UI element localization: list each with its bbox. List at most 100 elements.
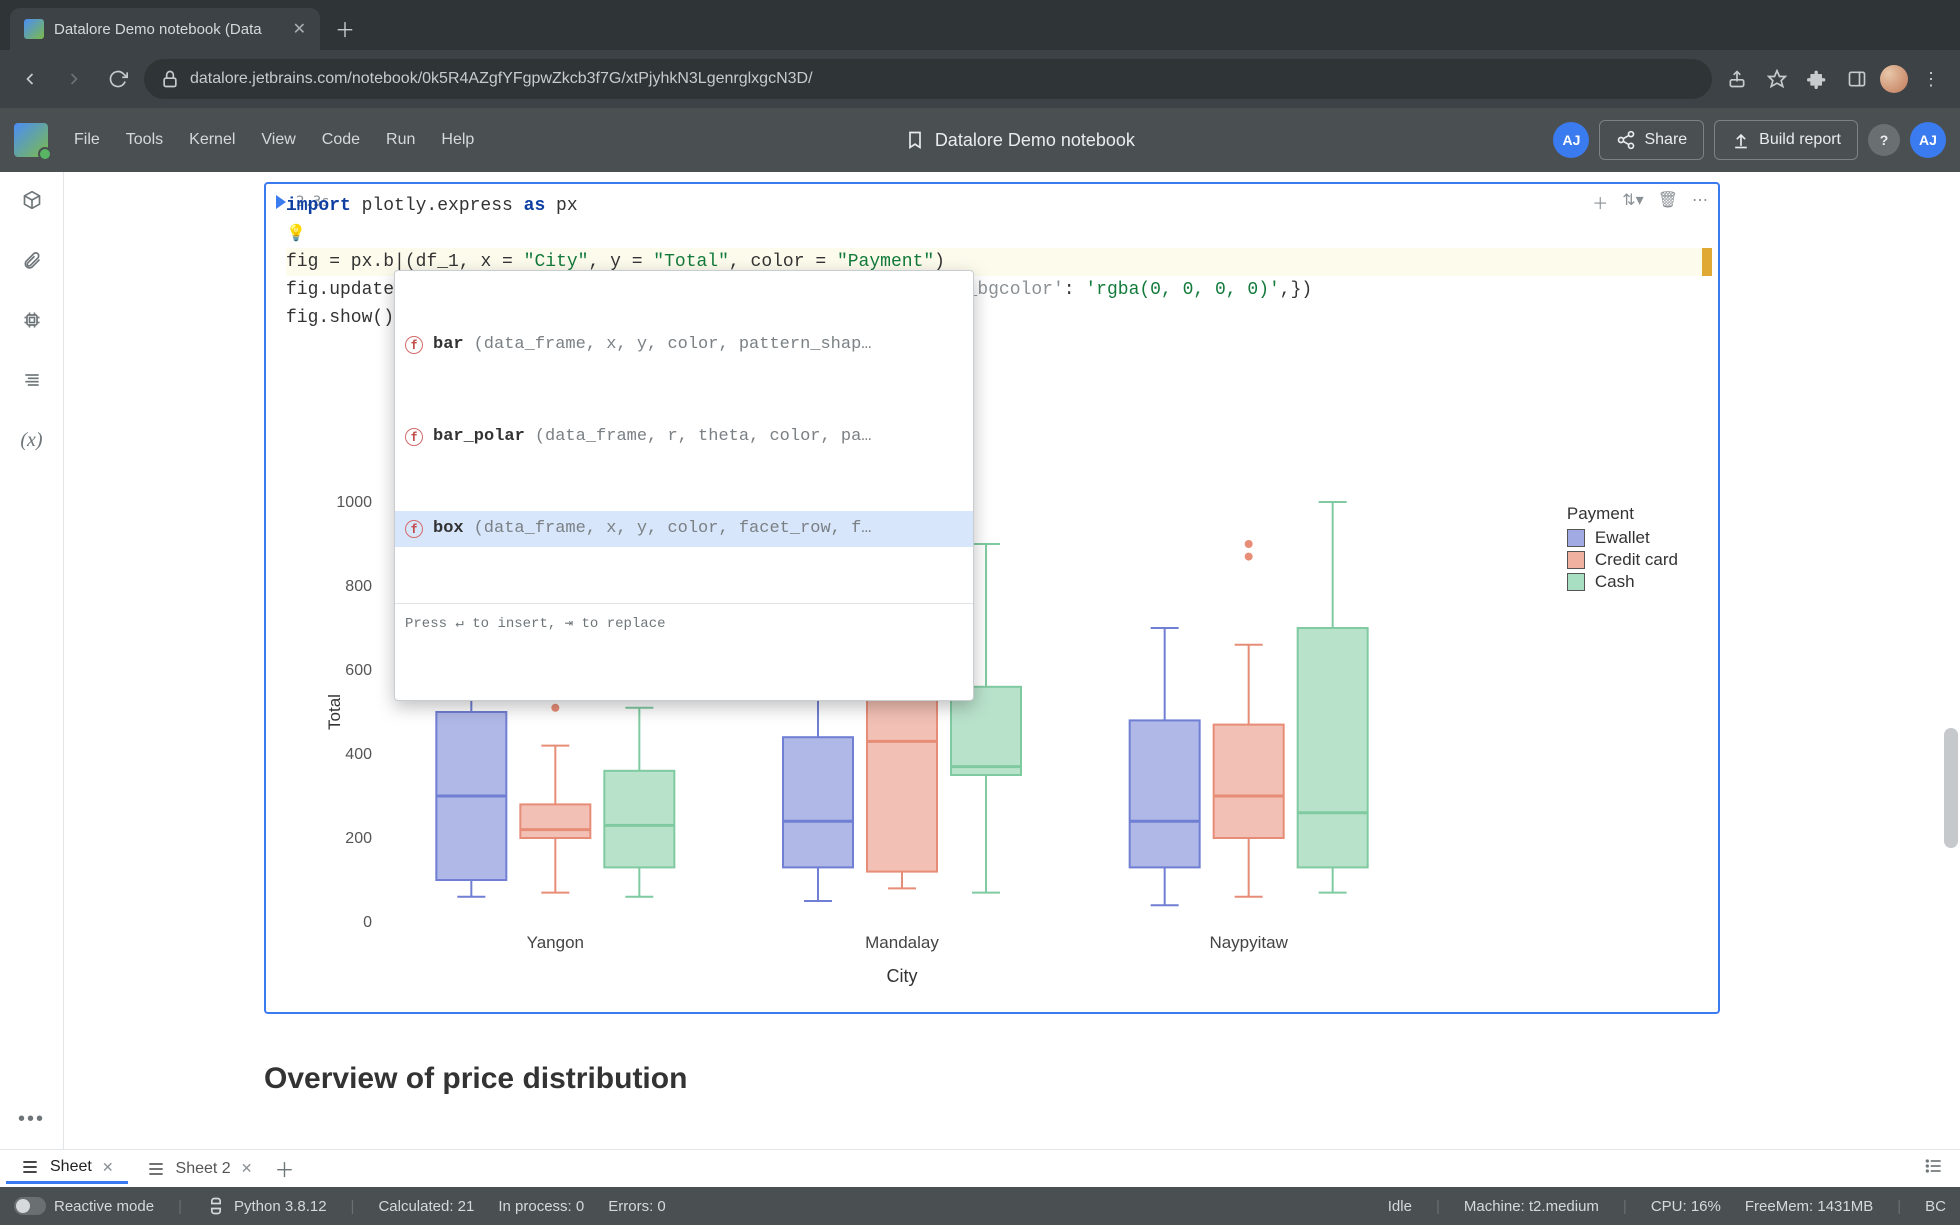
extensions-icon[interactable] [1800, 62, 1834, 96]
url-field[interactable]: datalore.jetbrains.com/notebook/0k5R4AZg… [144, 59, 1712, 99]
sheet-list-button[interactable] [1924, 1156, 1944, 1182]
kernel-python[interactable]: Python 3.8.12 [206, 1196, 327, 1216]
function-badge-icon: f [405, 336, 423, 354]
close-icon[interactable]: ✕ [241, 1160, 253, 1177]
share-button[interactable]: Share [1599, 120, 1704, 160]
code-editor[interactable]: import plotly.express as px 💡 fig = px.b… [266, 184, 1718, 452]
svg-text:400: 400 [345, 746, 372, 763]
reload-button[interactable] [100, 61, 136, 97]
build-report-button[interactable]: Build report [1714, 120, 1858, 160]
menu-code[interactable]: Code [310, 125, 372, 155]
autocomplete-item[interactable]: f bar(data_frame, x, y, color, pattern_s… [395, 327, 973, 363]
attach-icon[interactable] [16, 244, 48, 276]
app-header: File Tools Kernel View Code Run Help Dat… [0, 108, 1960, 172]
tab-title: Datalore Demo notebook (Data [54, 21, 283, 38]
add-sheet-button[interactable]: ＋ [270, 1154, 298, 1183]
notebook-scroll-area[interactable]: [10] 2.3s ＋ ⇅▾ 🗑 ⋯ import plotly.express… [64, 172, 1960, 1149]
share-icon [1616, 130, 1636, 150]
url-text: datalore.jetbrains.com/notebook/0k5R4AZg… [190, 70, 813, 88]
status-machine[interactable]: Machine: t2.medium [1464, 1198, 1599, 1215]
status-inprocess[interactable]: In process: 0 [498, 1198, 584, 1215]
menu-tools[interactable]: Tools [114, 125, 175, 155]
sheet-label: Sheet [50, 1158, 92, 1176]
lock-icon [160, 69, 180, 89]
legend-title: Payment [1567, 504, 1678, 524]
tab-favicon [24, 19, 44, 39]
user-avatar-left[interactable]: AJ [1553, 122, 1589, 158]
status-calculated[interactable]: Calculated: 21 [378, 1198, 474, 1215]
lightbulb-icon[interactable]: 💡 [286, 225, 306, 243]
browser-tab[interactable]: Datalore Demo notebook (Data ✕ [10, 8, 320, 50]
chart-legend: Payment Ewallet Credit card Cash [1567, 504, 1678, 594]
legend-item[interactable]: Ewallet [1567, 528, 1678, 548]
menu-run[interactable]: Run [374, 125, 427, 155]
close-icon[interactable]: ✕ [102, 1159, 114, 1176]
variables-icon[interactable]: (x) [16, 424, 48, 456]
help-button[interactable]: ? [1868, 124, 1900, 156]
upload-icon [1731, 130, 1751, 150]
svg-text:200: 200 [345, 830, 372, 847]
notebook-title-area: Datalore Demo notebook [494, 130, 1545, 151]
sidepanel-icon[interactable] [1840, 62, 1874, 96]
svg-text:600: 600 [345, 662, 372, 679]
menu-help[interactable]: Help [429, 125, 486, 155]
sheet-tab[interactable]: Sheet 2 ✕ [132, 1155, 267, 1183]
left-rail: (x) ••• [0, 172, 64, 1149]
svg-text:800: 800 [345, 578, 372, 595]
new-tab-button[interactable]: ＋ [326, 9, 364, 47]
notebook-title[interactable]: Datalore Demo notebook [935, 130, 1135, 151]
sheet-icon [20, 1157, 40, 1177]
status-bar: Reactive mode | Python 3.8.12 | Calculat… [0, 1187, 1960, 1225]
legend-item[interactable]: Cash [1567, 572, 1678, 592]
browser-profile-avatar[interactable] [1880, 65, 1908, 93]
share-label: Share [1644, 131, 1687, 149]
autocomplete-popup: f bar(data_frame, x, y, color, pattern_s… [394, 270, 974, 701]
kw-as: as [524, 196, 546, 216]
status-errors[interactable]: Errors: 0 [608, 1198, 666, 1215]
sheet-icon [146, 1159, 166, 1179]
status-freemem: FreeMem: 1431MB [1745, 1198, 1873, 1215]
reactive-mode-toggle[interactable]: Reactive mode [14, 1197, 154, 1215]
package-icon[interactable] [16, 184, 48, 216]
autocomplete-item-selected[interactable]: f box(data_frame, x, y, color, facet_row… [395, 511, 973, 547]
chevron-down-icon[interactable] [1926, 14, 1946, 37]
svg-text:City: City [887, 966, 918, 986]
code-cell[interactable]: 2.3s ＋ ⇅▾ 🗑 ⋯ import plotly.express as p… [264, 182, 1720, 1014]
address-bar: datalore.jetbrains.com/notebook/0k5R4AZg… [0, 50, 1960, 108]
cpu-icon[interactable] [16, 304, 48, 336]
bookmark-star-icon[interactable] [1760, 62, 1794, 96]
back-button[interactable] [12, 61, 48, 97]
section-heading: Overview of price distribution [264, 1062, 1720, 1096]
user-avatar-right[interactable]: AJ [1910, 122, 1946, 158]
main-area: (x) ••• [10] 2.3s ＋ ⇅▾ 🗑 ⋯ import plotly… [0, 172, 1960, 1149]
outline-icon[interactable] [16, 364, 48, 396]
python-icon [206, 1196, 226, 1216]
status-bc[interactable]: BC [1925, 1198, 1946, 1215]
svg-text:Yangon: Yangon [527, 933, 584, 952]
svg-text:Naypyitaw: Naypyitaw [1209, 933, 1288, 952]
menu-file[interactable]: File [62, 125, 112, 155]
sheet-tab[interactable]: Sheet ✕ [6, 1153, 128, 1184]
more-rail-icon[interactable]: ••• [16, 1103, 48, 1135]
kw-import: import [286, 196, 351, 216]
svg-text:Total: Total [325, 694, 344, 730]
sheet-bar: Sheet ✕ Sheet 2 ✕ ＋ [0, 1149, 1960, 1187]
browser-menu-icon[interactable]: ⋮ [1914, 62, 1948, 96]
scrollbar-thumb[interactable] [1944, 728, 1958, 848]
svg-text:Mandalay: Mandalay [865, 933, 939, 952]
menu-kernel[interactable]: Kernel [177, 125, 247, 155]
app-logo[interactable] [14, 123, 48, 157]
function-badge-icon: f [405, 520, 423, 538]
browser-tab-bar: Datalore Demo notebook (Data ✕ ＋ [0, 0, 1960, 50]
status-cpu: CPU: 16% [1651, 1198, 1721, 1215]
menu-view[interactable]: View [249, 125, 307, 155]
share-os-icon[interactable] [1720, 62, 1754, 96]
svg-text:1000: 1000 [336, 494, 372, 511]
autocomplete-item[interactable]: f bar_polar(data_frame, r, theta, color,… [395, 419, 973, 455]
bookmark-icon [905, 130, 925, 150]
forward-button[interactable] [56, 61, 92, 97]
build-report-label: Build report [1759, 131, 1841, 149]
close-icon[interactable]: ✕ [293, 19, 306, 39]
browser-chrome: Datalore Demo notebook (Data ✕ ＋ datalor… [0, 0, 1960, 108]
legend-item[interactable]: Credit card [1567, 550, 1678, 570]
